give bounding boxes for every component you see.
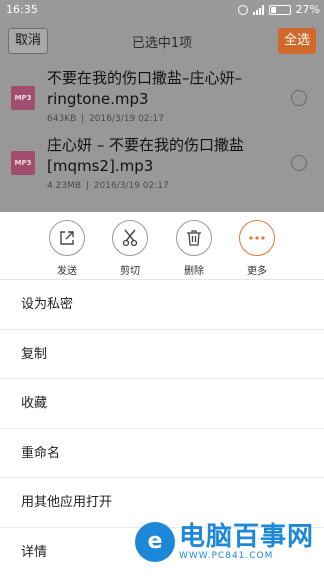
cut-icon [112,220,148,256]
more-button[interactable]: 更多 [232,220,282,277]
battery-percent: 27% [295,3,320,16]
mp3-file-icon: MP3 [11,86,35,110]
signal-icon [252,4,264,15]
watermark-brand: 电脑百事网 [178,522,314,552]
menu-item-copy[interactable]: 复制 [0,330,324,379]
file-row[interactable]: MP3 庄心妍 – 不要在我的伤口撒盐[mqms2].mp3 4.23MB | … [0,136,324,212]
delete-button[interactable]: 删除 [169,220,219,277]
battery-icon [268,4,291,15]
watermark-logo: e 电脑百事网 WWW.PC841.COM [134,522,314,562]
cut-button[interactable]: 剪切 [105,220,155,277]
file-list: MP3 不要在我的伤口撒盐–庄心妍–ringtone.mp3 643KB | 2… [0,62,324,212]
more-icon [239,220,275,256]
select-all-button[interactable]: 全选 [277,28,316,54]
file-meta: 643KB | 2016/3/19 02:17 [47,114,165,124]
select-radio[interactable] [291,90,307,106]
menu-item-favorite[interactable]: 收藏 [0,379,324,429]
action-bar: 发送 剪切 删除 更多 [0,212,324,280]
file-name: 庄心妍 – 不要在我的伤口撒盐[mqms2].mp3 [47,136,245,175]
delete-icon [176,220,212,256]
file-name: 不要在我的伤口撒盐–庄心妍–ringtone.mp3 [47,69,243,108]
file-meta: 4.23MB | 2016/3/19 02:17 [47,181,169,191]
menu-item-open-with[interactable]: 用其他应用打开 [0,478,324,528]
watermark-text: 电脑百事网 WWW.PC841.COM [179,523,314,561]
selection-header: 取消 已选中1项 全选 [0,20,324,62]
page-title: 已选中1项 [131,36,193,51]
status-bar: 16:35 27% [0,0,324,20]
menu-item-rename[interactable]: 重命名 [0,429,324,478]
status-time: 16:35 [6,3,38,16]
watermark-logo-icon: e [134,522,175,562]
cut-label: 剪切 [120,266,140,277]
share-label: 发送 [57,266,77,277]
watermark-url: WWW.PC841.COM [178,551,274,561]
mp3-file-icon: MP3 [11,151,35,175]
more-label: 更多 [247,266,267,277]
file-date: 2016/3/19 02:17 [89,114,165,124]
share-button[interactable]: 发送 [42,220,92,277]
file-date: 2016/3/19 02:17 [93,181,169,191]
share-icon [49,220,85,256]
status-icons: 27% [237,3,320,16]
select-radio[interactable] [291,155,307,171]
file-size: 4.23MB [47,181,81,191]
file-size: 643KB [47,114,77,124]
delete-label: 删除 [184,266,204,277]
alarm-icon [237,4,248,15]
menu-item-set-private[interactable]: 设为私密 [0,280,324,330]
file-row[interactable]: MP3 不要在我的伤口撒盐–庄心妍–ringtone.mp3 643KB | 2… [0,62,324,137]
